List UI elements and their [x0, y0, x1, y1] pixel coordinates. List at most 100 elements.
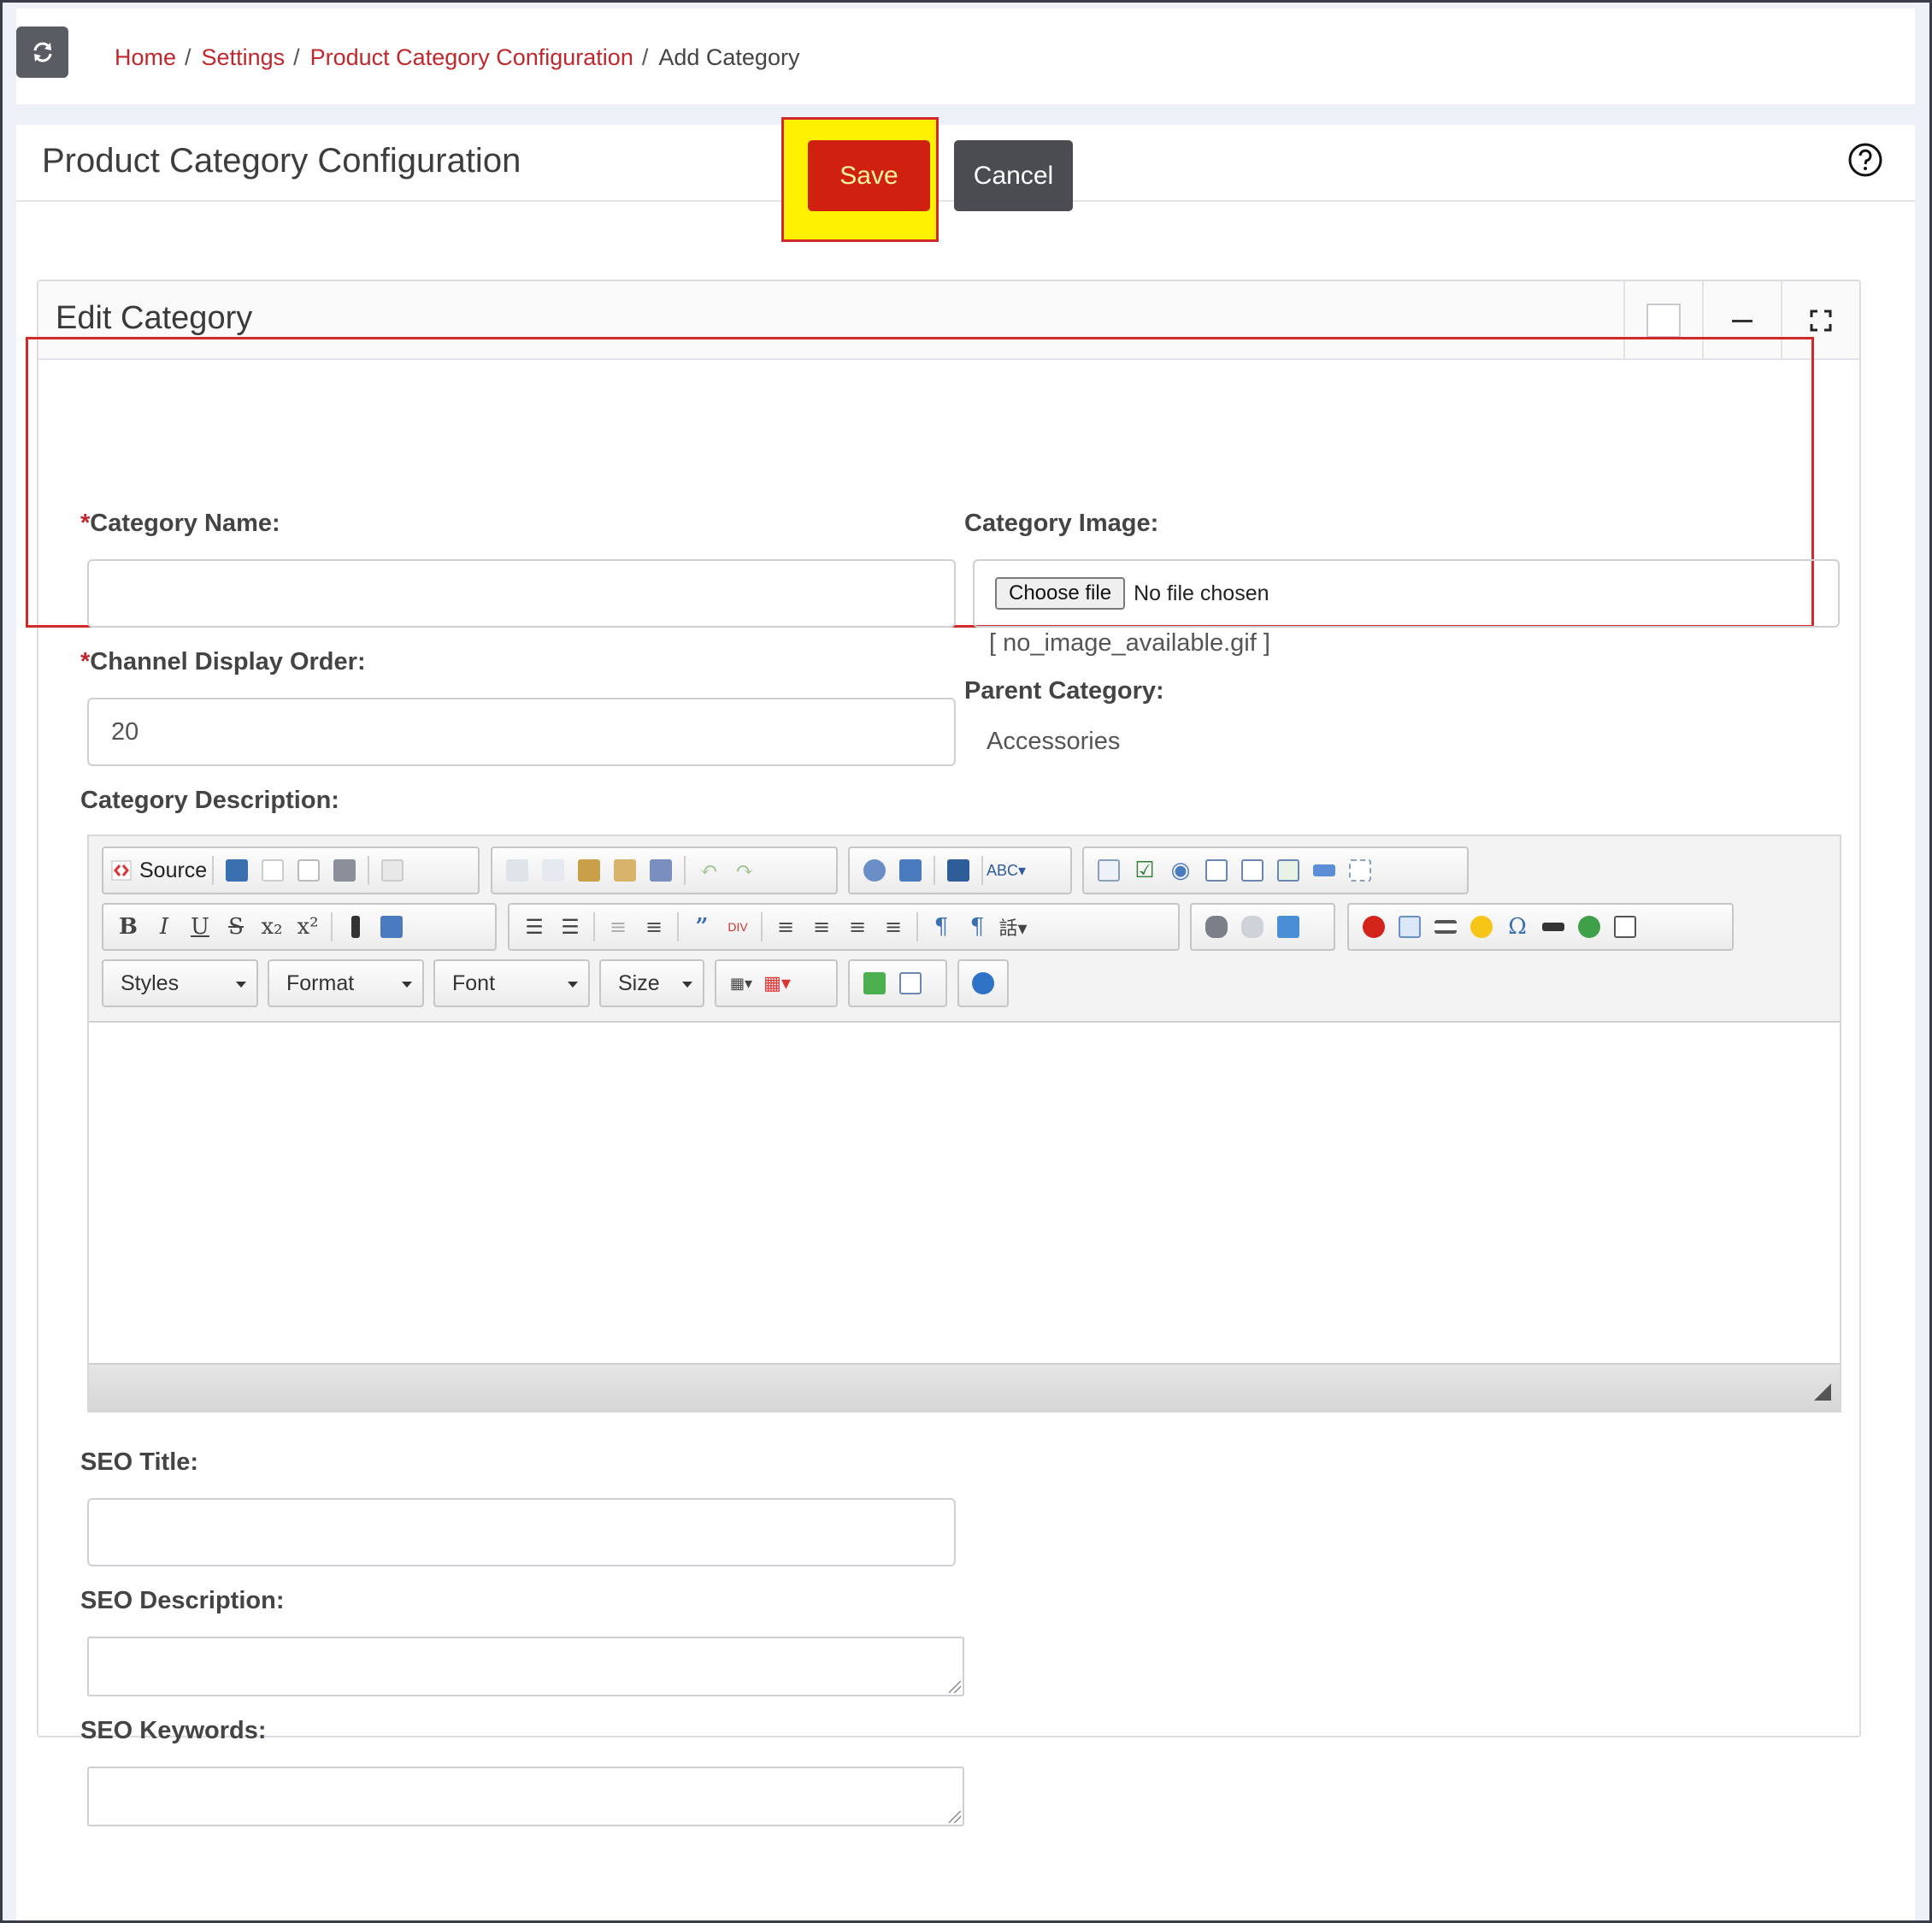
paste-word-button[interactable] [643, 852, 679, 888]
preview-icon [297, 859, 321, 882]
create-div-button[interactable]: DIV [720, 909, 756, 945]
source-button[interactable]: Source [110, 858, 207, 883]
checkbox-button[interactable]: ☑ [1127, 852, 1163, 888]
category-name-input[interactable] [87, 559, 956, 628]
anchor-button[interactable] [1270, 909, 1306, 945]
link-icon [1205, 916, 1228, 938]
image-button[interactable] [1607, 909, 1643, 945]
bold-button[interactable]: B [110, 909, 146, 945]
size-dropdown[interactable]: Size [599, 959, 704, 1007]
underline-button[interactable]: U [182, 909, 218, 945]
unlink-button[interactable] [1234, 909, 1270, 945]
font-dropdown[interactable]: Font [433, 959, 590, 1007]
text-field-button[interactable] [1199, 852, 1234, 888]
smiley-button[interactable] [1464, 909, 1499, 945]
breadcrumb-separator: / [185, 44, 191, 70]
copy-button[interactable] [535, 852, 571, 888]
form-button[interactable] [1091, 852, 1127, 888]
seo-keywords-textarea[interactable] [87, 1767, 964, 1826]
increase-indent-button[interactable]: ≡ [636, 909, 672, 945]
preview-button[interactable] [291, 852, 327, 888]
minus-icon [1732, 319, 1752, 322]
iframe-button[interactable] [1571, 909, 1607, 945]
display-order-input[interactable]: 20 [87, 698, 956, 766]
show-blocks-button[interactable] [892, 965, 928, 1001]
hidden-field-button[interactable] [1342, 852, 1378, 888]
radio-button[interactable]: ◉ [1163, 852, 1199, 888]
paste-text-button[interactable] [607, 852, 643, 888]
toolbar-clipboard-group: ↶ ↷ [491, 846, 838, 894]
select-field-button[interactable] [1270, 852, 1306, 888]
paste-button[interactable] [571, 852, 607, 888]
format-dropdown[interactable]: Format [268, 959, 424, 1007]
link-button[interactable] [1199, 909, 1234, 945]
collapse-button[interactable] [1702, 281, 1781, 360]
subscript-button[interactable]: x₂ [254, 909, 290, 945]
seo-description-textarea[interactable] [87, 1637, 964, 1696]
fullscreen-button[interactable] [1781, 281, 1859, 360]
styles-dropdown[interactable]: Styles [102, 959, 258, 1007]
horizontal-line-button[interactable] [1428, 909, 1464, 945]
align-right-button[interactable]: ≡ [839, 909, 875, 945]
redo-button[interactable]: ↷ [727, 852, 763, 888]
smiley-icon [1470, 916, 1493, 938]
button-field-button[interactable] [1306, 852, 1342, 888]
cut-button[interactable] [499, 852, 535, 888]
seo-description-label: SEO Description: [80, 1587, 285, 1614]
strikethrough-button[interactable]: S [218, 909, 254, 945]
toolbar-basic-styles-group: B I U S x₂ x² [102, 903, 497, 951]
parent-category-value: Accessories [987, 728, 1121, 755]
select-all-button[interactable] [940, 852, 976, 888]
chevron-down-icon [682, 982, 692, 988]
ltr-button[interactable]: ¶ [923, 909, 959, 945]
templates-button[interactable] [374, 852, 410, 888]
breadcrumb-home[interactable]: Home [115, 44, 176, 71]
editor-footer [89, 1363, 1840, 1411]
flash-button[interactable] [1356, 909, 1392, 945]
text-color-button[interactable]: ▦▾ [723, 965, 759, 1001]
align-left-button[interactable]: ≡ [768, 909, 804, 945]
cancel-button[interactable]: Cancel [954, 140, 1073, 211]
decrease-indent-button[interactable]: ≡ [600, 909, 636, 945]
save-doc-button[interactable] [219, 852, 255, 888]
choose-file-button[interactable]: Choose file [995, 577, 1126, 610]
about-button[interactable] [966, 965, 1000, 1001]
numbered-list-button[interactable]: ☰ [516, 909, 552, 945]
bg-color-button[interactable]: ▦▾ [759, 965, 795, 1001]
superscript-button[interactable]: x² [290, 909, 326, 945]
breadcrumb-settings[interactable]: Settings [202, 44, 286, 71]
table-button[interactable] [1392, 909, 1428, 945]
remove-format-button[interactable] [374, 909, 409, 945]
copy-format-button[interactable] [338, 909, 374, 945]
textarea-button[interactable] [1234, 852, 1270, 888]
align-center-button[interactable]: ≡ [804, 909, 839, 945]
resize-grip-icon[interactable] [1814, 1383, 1831, 1401]
print-button[interactable] [327, 852, 362, 888]
card-checkbox-tool[interactable] [1623, 281, 1702, 360]
help-icon[interactable] [1847, 142, 1883, 178]
justify-button[interactable]: ≡ [875, 909, 911, 945]
seo-title-input[interactable] [87, 1498, 956, 1566]
bulleted-list-button[interactable]: ☰ [552, 909, 588, 945]
rtl-button[interactable]: ¶ [959, 909, 995, 945]
editor-content-area[interactable] [89, 1021, 1840, 1363]
breadcrumb-separator: / [293, 44, 300, 70]
spellcheck-button[interactable]: ABC▾ [987, 852, 1026, 888]
category-image-file-input[interactable]: Choose file No file chosen [973, 559, 1840, 628]
undo-button[interactable]: ↶ [691, 852, 727, 888]
page-title: Product Category Configuration [42, 142, 521, 180]
breadcrumb-product-category-configuration[interactable]: Product Category Configuration [310, 44, 633, 71]
blockquote-button[interactable]: ” [684, 909, 720, 945]
page-break-button[interactable] [1535, 909, 1571, 945]
italic-button[interactable]: I [146, 909, 182, 945]
save-button[interactable]: Save [808, 140, 930, 211]
image-icon [1614, 916, 1636, 938]
language-button[interactable]: 話▾ [995, 909, 1031, 945]
category-description-label: Category Description: [80, 787, 339, 814]
find-button[interactable] [857, 852, 892, 888]
maximize-button[interactable] [857, 965, 892, 1001]
special-char-button[interactable]: Ω [1499, 909, 1535, 945]
new-page-button[interactable] [255, 852, 291, 888]
replace-button[interactable] [892, 852, 928, 888]
refresh-button[interactable] [16, 27, 68, 78]
